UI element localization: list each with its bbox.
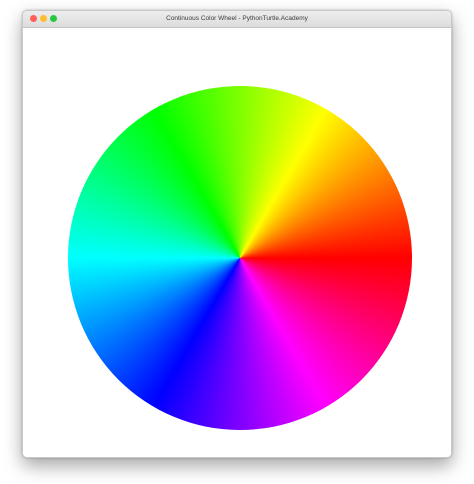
title-bar[interactable]: Continuous Color Wheel - PythonTurtle.Ac… — [23, 11, 451, 28]
turtle-canvas — [23, 28, 451, 457]
app-window: Continuous Color Wheel - PythonTurtle.Ac… — [22, 10, 452, 458]
color-wheel — [68, 86, 412, 430]
window-title: Continuous Color Wheel - PythonTurtle.Ac… — [166, 15, 308, 22]
